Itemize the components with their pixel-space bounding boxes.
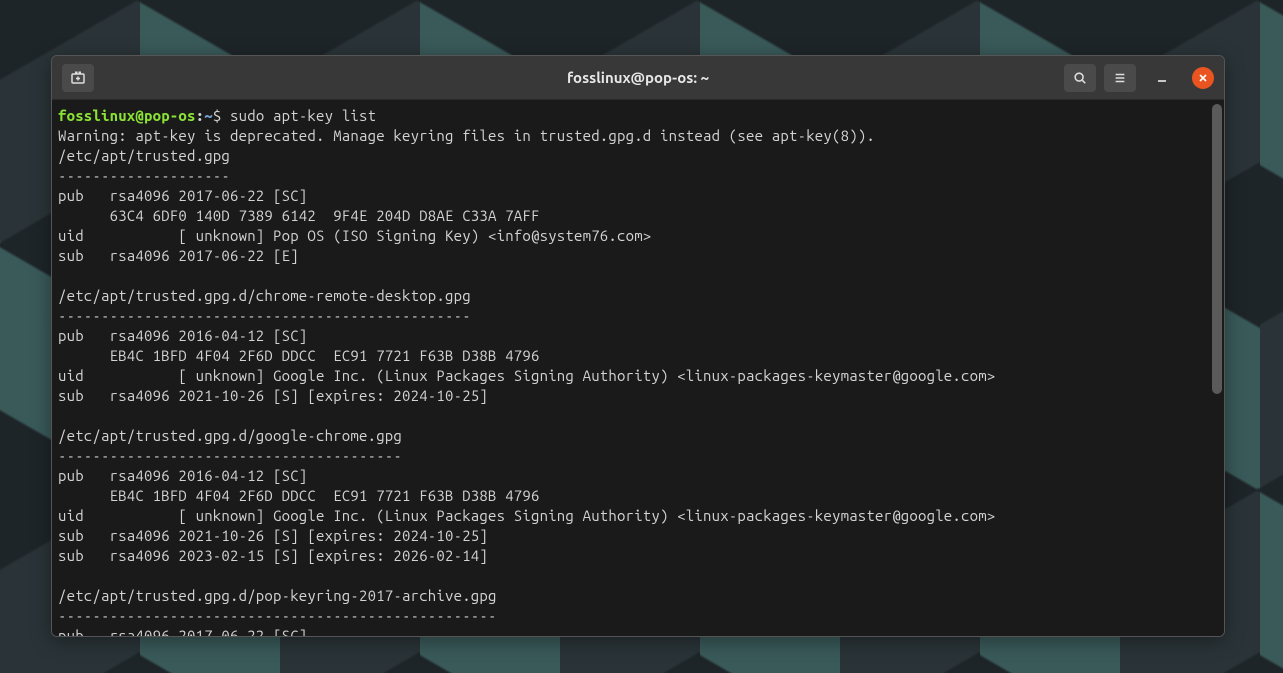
titlebar-left [62, 64, 94, 92]
terminal-window: fosslinux@pop-os: ~ [51, 55, 1225, 637]
output-line: /etc/apt/trusted.gpg.d/google-chrome.gpg [58, 427, 402, 444]
output-line: sub rsa4096 2021-10-26 [S] [expires: 202… [58, 387, 488, 404]
close-button[interactable] [1192, 67, 1214, 89]
new-tab-icon [70, 70, 86, 86]
output-line: pub rsa4096 2016-04-12 [SC] [58, 467, 307, 484]
minimize-icon [1156, 72, 1168, 84]
new-tab-button[interactable] [62, 64, 94, 92]
menu-button[interactable] [1104, 64, 1136, 92]
output-line: pub rsa4096 2017-06-22 [SC] [58, 627, 307, 636]
prompt-separator: : [196, 107, 205, 124]
output-line: sub rsa4096 2021-10-26 [S] [expires: 202… [58, 527, 488, 544]
window-title: fosslinux@pop-os: ~ [567, 69, 709, 86]
search-button[interactable] [1064, 64, 1096, 92]
close-icon [1198, 73, 1208, 83]
output-line: sub rsa4096 2023-02-15 [S] [expires: 202… [58, 547, 488, 564]
output-line: pub rsa4096 2017-06-22 [SC] [58, 187, 307, 204]
output-line: uid [ unknown] Pop OS (ISO Signing Key) … [58, 227, 651, 244]
terminal-content: fosslinux@pop-os:~$ sudo apt-key list Wa… [58, 106, 1218, 636]
output-line: ---------------------------------------- [58, 447, 402, 464]
output-line: pub rsa4096 2016-04-12 [SC] [58, 327, 307, 344]
output-line: ----------------------------------------… [58, 307, 471, 324]
terminal-body[interactable]: fosslinux@pop-os:~$ sudo apt-key list Wa… [52, 100, 1224, 636]
output-line: Warning: apt-key is deprecated. Manage k… [58, 127, 875, 144]
output-line: -------------------- [58, 167, 230, 184]
titlebar-right [1064, 64, 1214, 92]
command-text: sudo apt-key list [230, 107, 376, 124]
output-line: /etc/apt/trusted.gpg.d/pop-keyring-2017-… [58, 587, 497, 604]
output-line: EB4C 1BFD 4F04 2F6D DDCC EC91 7721 F63B … [58, 487, 540, 504]
output-line: /etc/apt/trusted.gpg.d/chrome-remote-des… [58, 287, 471, 304]
output-line: uid [ unknown] Google Inc. (Linux Packag… [58, 367, 995, 384]
search-icon [1073, 71, 1087, 85]
output-line: sub rsa4096 2017-06-22 [E] [58, 247, 299, 264]
prompt-user-host: fosslinux@pop-os [58, 107, 196, 124]
output-line: 63C4 6DF0 140D 7389 6142 9F4E 204D D8AE … [58, 207, 540, 224]
output-line: /etc/apt/trusted.gpg [58, 147, 230, 164]
scrollbar[interactable] [1212, 104, 1222, 394]
prompt-symbol: $ [213, 107, 230, 124]
minimize-button[interactable] [1150, 66, 1174, 90]
output-line: EB4C 1BFD 4F04 2F6D DDCC EC91 7721 F63B … [58, 347, 540, 364]
hamburger-icon [1113, 71, 1127, 85]
output-line: uid [ unknown] Google Inc. (Linux Packag… [58, 507, 995, 524]
titlebar: fosslinux@pop-os: ~ [52, 56, 1224, 100]
prompt-path: ~ [204, 107, 213, 124]
output-line: ----------------------------------------… [58, 607, 497, 624]
